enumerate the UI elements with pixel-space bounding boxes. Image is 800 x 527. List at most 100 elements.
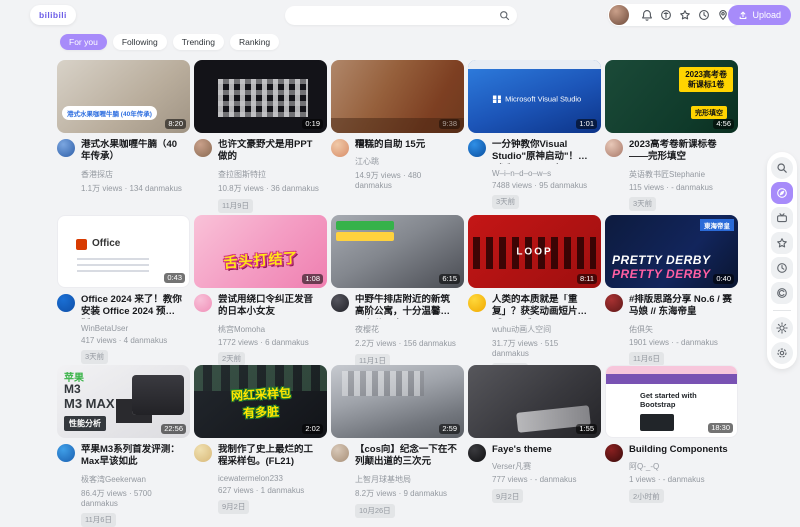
video-thumbnail[interactable]: 2:59 [331,365,464,438]
uploader-name[interactable]: 极客湾Geekerwan [81,474,184,485]
video-thumbnail[interactable]: 東海帝皇 PRETTY DERBY PRETTY DERBY 0:40 [605,215,738,288]
video-thumbnail[interactable]: 2023高考卷 新课标1卷 完形填空 4:56 [605,60,738,133]
video-title[interactable]: 我制作了史上最烂的工程采样包。(FL21) [218,444,321,469]
user-avatar[interactable] [608,4,630,26]
video-title[interactable]: 2023高考卷新课标卷——完形填空 [629,139,732,164]
topbar-history-button[interactable] [694,6,713,24]
thumbnail-text: 港式水果咖喱牛腩 (40年传承) [62,106,157,120]
video-title[interactable]: 一分钟教你Visual Studio"原神启动"！（适用于Blend） [492,139,595,164]
video-thumbnail[interactable]: Microsoft Visual Studio 1:01 [468,60,601,133]
uploader-avatar[interactable] [331,139,349,157]
tab-trending[interactable]: Trending [173,34,224,50]
video-card: 6:15 中野牛排店附近的新筑高阶公寓，十分温馨甚至九分干净 夜樱花 2.2万 … [331,215,464,365]
video-title[interactable]: Building Components [629,444,728,456]
uploader-avatar[interactable] [331,294,349,312]
video-thumbnail[interactable]: 6:15 [331,215,464,288]
upload-button[interactable]: Upload [728,5,791,25]
uploader-avatar[interactable] [57,139,75,157]
notifications-button[interactable] [637,6,656,24]
tab-ranking[interactable]: Ranking [230,34,279,50]
uploader-name[interactable]: 查拉图斯特拉 [218,169,321,180]
uploader-avatar[interactable] [605,294,623,312]
topbar-favorites-button[interactable] [675,6,694,24]
video-thumbnail[interactable]: Get started with Bootstrap 18:30 [605,365,738,438]
uploader-avatar[interactable] [468,294,486,312]
search-input[interactable] [285,11,499,21]
video-title[interactable]: 港式水果咖喱牛腩（40年传承） [81,139,184,164]
uploader-name[interactable]: Verser凡赛 [492,461,576,472]
video-card: Office 0:43 Office 2024 来了！教你安装 Office 2… [57,215,190,365]
video-thumbnail[interactable]: LOOP 8:11 [468,215,601,288]
video-title[interactable]: 人类的本质就是「重复」？获奖动画短片《LOOP》 [492,294,595,319]
uploader-avatar[interactable] [194,444,212,462]
uploader-name[interactable]: WinBetaUser [81,324,184,333]
uploader-avatar[interactable] [468,444,486,462]
video-title[interactable]: #排版思路分享 No.6 / 赛马娘 // 东海帝皇 [629,294,732,319]
tab-for-you[interactable]: For you [60,34,107,50]
video-title[interactable]: 糟糕的自助 15元 [355,139,458,151]
video-title[interactable]: 尝试用绕口令纠正发音的日本小女友 [218,294,321,319]
video-thumbnail[interactable]: 1:55 [468,365,601,438]
thumbnail-text: LOOP [516,246,552,257]
duration-badge: 1:01 [576,119,597,130]
uploader-name[interactable]: 江心跳 [355,156,458,167]
side-search-button[interactable] [771,157,793,179]
thumbnail-text: 完形填空 [691,106,727,119]
uploader-avatar[interactable] [468,139,486,157]
coin-button[interactable] [656,6,675,24]
duration-badge: 0:43 [164,273,185,284]
uploader-name[interactable]: 英语教书匠Stephanie [629,169,732,180]
video-stats: 8.2万 views · 9 danmakus [355,488,458,499]
uploader-name[interactable]: 阿Q-_-Q [629,461,728,472]
video-stats: 417 views · 4 danmakus [81,336,184,345]
uploader-avatar[interactable] [605,139,623,157]
search-bar[interactable] [285,6,517,25]
side-tv-button[interactable] [771,207,793,229]
uploader-name[interactable]: W–i–n–d–o–w–s [492,169,595,178]
side-favorites-button[interactable] [771,232,793,254]
video-title[interactable]: 苹果M3系列首发评测：Max早该如此 [81,444,184,469]
video-card: Get started with Bootstrap 18:30 Buildin… [605,365,738,515]
duration-badge: 1:08 [302,274,323,285]
side-feed-button[interactable] [771,182,793,204]
video-thumbnail[interactable]: 苹果 M3 M3 MAX 性能分析 22:56 [57,365,190,438]
video-stats: 7488 views · 95 danmakus [492,181,595,190]
duration-badge: 18:30 [708,423,733,434]
uploader-name[interactable]: 佑俱矢 [629,324,732,335]
uploader-name[interactable]: 桃宫Momoha [218,324,321,335]
uploader-avatar[interactable] [194,139,212,157]
uploader-name[interactable]: wuhu动画人空间 [492,324,595,335]
video-thumbnail[interactable]: 0:19 [194,60,327,133]
video-title[interactable]: 也许文豪野犬是用PPT做的 [218,139,321,164]
duration-badge: 6:15 [439,274,460,285]
uploader-name[interactable]: 上智月球基地局 [355,474,458,485]
uploader-name[interactable]: 香港探店 [81,169,184,180]
site-logo[interactable]: bilibili [30,5,76,25]
uploader-avatar[interactable] [57,294,75,312]
video-thumbnail[interactable]: 9:38 [331,60,464,133]
search-icon[interactable] [499,10,510,21]
uploader-name[interactable]: icewatermelon233 [218,474,321,483]
video-title[interactable]: Faye's theme [492,444,576,456]
tab-following[interactable]: Following [113,34,167,50]
video-title[interactable]: 【cos向】纪念一下在不列颠出道的三次元 [355,444,458,469]
uploader-avatar[interactable] [331,444,349,462]
video-thumbnail[interactable]: Office 0:43 [57,215,190,288]
uploader-name[interactable]: 夜樱花 [355,324,458,335]
video-thumbnail[interactable]: 舌头打结了 1:08 [194,215,327,288]
video-thumbnail[interactable]: 网红采样包 有多脏 2:02 [194,365,327,438]
toolbar-divider [773,310,791,311]
video-title[interactable]: 中野牛排店附近的新筑高阶公寓，十分温馨甚至九分干净 [355,294,458,319]
video-stats: 1901 views · - danmakus [629,338,732,347]
compass-icon [776,187,788,199]
uploader-avatar[interactable] [194,294,212,312]
video-thumbnail[interactable]: 港式水果咖喱牛腩 (40年传承) 8:20 [57,60,190,133]
side-history-button[interactable] [771,257,793,279]
duration-badge: 22:56 [161,424,186,435]
theme-toggle-button[interactable] [771,317,793,339]
uploader-avatar[interactable] [57,444,75,462]
settings-button[interactable] [771,342,793,364]
video-title[interactable]: Office 2024 来了！教你安装 Office 2024 预览版! [81,294,184,319]
side-channel-button[interactable] [771,282,793,304]
uploader-avatar[interactable] [605,444,623,462]
